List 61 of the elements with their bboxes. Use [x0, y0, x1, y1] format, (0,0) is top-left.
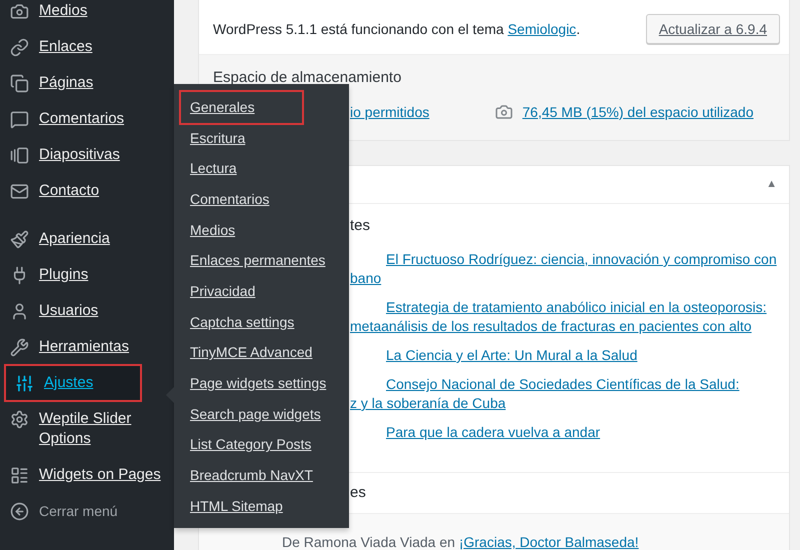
- submenu-item[interactable]: Page widgets settings: [174, 368, 349, 399]
- post-link[interactable]: metaanálisis de los resultados de fracturas en pacientes con alto: [350, 317, 781, 336]
- submenu-item[interactable]: TinyMCE Advanced: [174, 338, 349, 368]
- update-button[interactable]: Actualizar a 6.9.4: [646, 14, 780, 44]
- settings-icon: [10, 410, 29, 429]
- submenu-item[interactable]: Escritura: [174, 122, 349, 154]
- media-icon: [10, 2, 29, 21]
- status-text: WordPress 5.1.1 está funcionando con el tema Semiologic.: [213, 20, 580, 39]
- submenu-item[interactable]: Medios: [174, 214, 349, 246]
- post-link[interactable]: Para que la cadera vuelva a andar: [386, 423, 781, 442]
- submenu-item[interactable]: Generales: [181, 92, 302, 123]
- post-link[interactable]: El Fructuoso Rodríguez: ciencia, innovación y compromiso con: [386, 250, 781, 269]
- submenu-item[interactable]: HTML Sitemap: [174, 490, 349, 522]
- sidebar-item[interactable]: Apariencia: [0, 221, 174, 257]
- comment-icon: [10, 110, 29, 129]
- media-icon: [495, 103, 514, 121]
- submenu-item[interactable]: Breadcrumb NavXT: [174, 460, 349, 491]
- gallery-icon: [10, 146, 29, 165]
- submenu-item[interactable]: Enlaces permanentes: [174, 245, 349, 276]
- sidebar-item[interactable]: Herramientas: [0, 329, 174, 365]
- sidebar-item[interactable]: Usuarios: [0, 293, 174, 329]
- used-space-link[interactable]: 76,45 MB (15%) del espacio utilizado: [522, 102, 754, 122]
- sidebar-item[interactable]: Páginas: [0, 65, 174, 101]
- mail-icon: [10, 182, 29, 201]
- submenu-item[interactable]: Privacidad: [174, 276, 349, 307]
- post-link[interactable]: Estrategia de tratamiento anabólico inicial en la osteoporosis:: [386, 298, 781, 317]
- sidebar-item[interactable]: Enlaces: [0, 29, 174, 65]
- widget-list-icon: [10, 466, 29, 485]
- paintbrush-icon: [10, 230, 29, 249]
- sidebar-item[interactable]: Contacto: [0, 173, 174, 209]
- submenu-item[interactable]: Captcha settings: [174, 306, 349, 338]
- sidebar-item[interactable]: Plugins: [0, 257, 174, 293]
- sidebar-item[interactable]: Diapositivas: [0, 137, 174, 173]
- pages-icon: [10, 74, 29, 93]
- post-link[interactable]: La Ciencia y el Arte: Un Mural a la Salud: [386, 346, 781, 365]
- collapse-icon: [10, 502, 29, 521]
- submenu-item[interactable]: List Category Posts: [174, 430, 349, 460]
- submenu-item[interactable]: Lectura: [174, 153, 349, 184]
- sidebar-item[interactable]: Medios: [0, 0, 174, 29]
- sidebar-item[interactable]: Weptile Slider Options: [0, 401, 174, 457]
- wrench-icon: [10, 338, 29, 357]
- sliders-icon: [15, 374, 34, 393]
- submenu-item[interactable]: Search page widgets: [174, 398, 349, 430]
- section-heading: tes: [350, 216, 372, 236]
- post-link[interactable]: z y la soberanía de Cuba: [350, 394, 781, 413]
- link-icon: [10, 38, 29, 57]
- comment-post-link[interactable]: ¡Gracias, Doctor Balmaseda!: [458, 534, 639, 550]
- post-link[interactable]: Consejo Nacional de Sociedades Científicas de la Salud:: [386, 375, 781, 394]
- theme-link[interactable]: Semiologic: [508, 20, 576, 36]
- post-link[interactable]: bano: [350, 269, 781, 288]
- storage-title: Espacio de almacenamiento: [213, 68, 402, 88]
- sidebar-item[interactable]: Widgets on Pages: [0, 457, 174, 493]
- collapse-toggle[interactable]: ▲: [766, 176, 777, 193]
- collapse-menu-button[interactable]: Cerrar menú: [0, 493, 174, 530]
- submenu-item[interactable]: Comentarios: [174, 184, 349, 215]
- allowed-space-link[interactable]: io permitidos: [350, 102, 430, 122]
- user-icon: [10, 302, 29, 321]
- sidebar-item[interactable]: Ajustes: [5, 365, 141, 401]
- sidebar-item[interactable]: Comentarios: [0, 101, 174, 137]
- comment-text: De Ramona Viada Viada en ¡Gracias, Doctor Balmaseda!: [282, 534, 639, 550]
- section-heading: es: [350, 483, 367, 503]
